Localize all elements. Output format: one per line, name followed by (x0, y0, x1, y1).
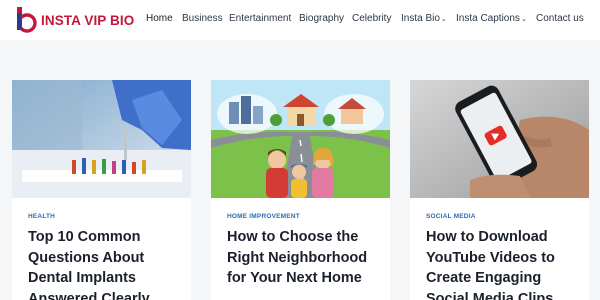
post-title[interactable]: Top 10 Common Questions About Dental Imp… (28, 227, 182, 300)
post-category[interactable]: HOME IMPROVEMENT (227, 213, 300, 220)
post-title[interactable]: How to Choose the Right Neighborhood for… (227, 227, 381, 289)
logo-icon (14, 6, 38, 34)
post-category[interactable]: SOCIAL MEDIA (426, 213, 476, 220)
post-card[interactable]: HEALTH Top 10 Common Questions About Den… (12, 80, 191, 300)
post-category[interactable]: HEALTH (28, 213, 55, 220)
site-header: INSTA VIP BIO Home Business Entertainmen… (0, 0, 600, 40)
nav-contact-us[interactable]: Contact us (536, 13, 584, 25)
chevron-down-icon: ⌄ (520, 16, 527, 23)
nav-insta-captions[interactable]: Insta Captions⌄ (456, 13, 527, 26)
brand-name: INSTA VIP BIO (41, 12, 135, 28)
nav-insta-captions-label: Insta Captions (456, 13, 520, 24)
post-image-neighborhood[interactable] (211, 80, 390, 198)
nav-biography[interactable]: Biography (299, 13, 344, 25)
nav-business[interactable]: Business (182, 13, 223, 25)
post-image-dental[interactable] (12, 80, 191, 198)
site-logo[interactable]: INSTA VIP BIO (14, 6, 134, 34)
chevron-down-icon: ⌄ (440, 16, 447, 23)
post-card[interactable]: HOME IMPROVEMENT How to Choose the Right… (211, 80, 390, 300)
nav-home[interactable]: Home (146, 13, 173, 25)
nav-celebrity[interactable]: Celebrity (352, 13, 391, 25)
nav-entertainment[interactable]: Entertainment (229, 13, 291, 25)
nav-insta-bio-label: Insta Bio (401, 13, 440, 24)
post-image-youtube-phone[interactable] (410, 80, 589, 198)
post-title[interactable]: How to Download YouTube Videos to Create… (426, 227, 580, 300)
post-card[interactable]: SOCIAL MEDIA How to Download YouTube Vid… (410, 80, 589, 300)
nav-insta-bio[interactable]: Insta Bio⌄ (401, 13, 447, 26)
